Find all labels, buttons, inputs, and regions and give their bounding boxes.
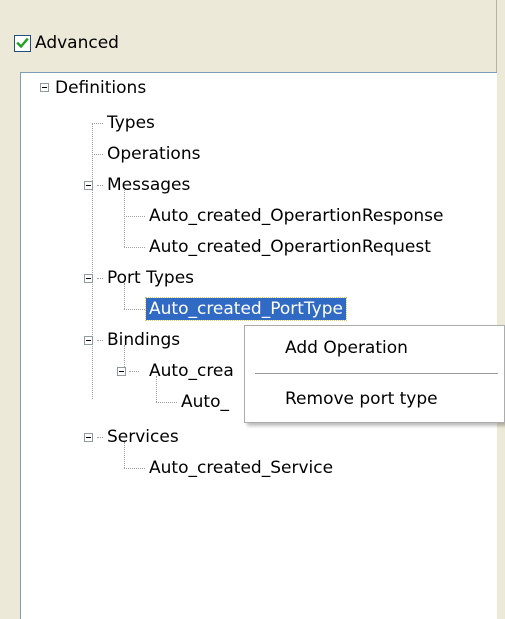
collapse-binding-icon[interactable]: [117, 367, 126, 376]
tree-connector: [124, 468, 145, 469]
collapse-bindings-icon[interactable]: [84, 336, 93, 345]
tree-connector: [97, 185, 103, 186]
tree-node-types[interactable]: Types: [107, 112, 155, 134]
menu-item-remove-port-type[interactable]: Remove port type: [245, 382, 504, 416]
tree-connector: [97, 340, 103, 341]
collapse-services-icon[interactable]: [84, 433, 93, 442]
tree-connector: [124, 309, 145, 310]
tree-connector: [92, 154, 103, 155]
tree-node-message[interactable]: Auto_created_OperartionRequest: [149, 236, 431, 258]
tree-connector: [156, 402, 177, 403]
collapse-porttypes-icon[interactable]: [84, 274, 93, 283]
tree-connector: [129, 371, 139, 372]
tree-node-bindings[interactable]: Bindings: [107, 329, 180, 351]
menu-item-label: Remove port type: [285, 389, 438, 409]
tree-node-service[interactable]: Auto_created_Service: [149, 457, 333, 479]
tree-node-definitions[interactable]: Definitions: [55, 77, 146, 99]
menu-item-label: Add Operation: [285, 338, 408, 358]
advanced-checkbox-row[interactable]: Advanced: [14, 32, 119, 54]
tree-node-services[interactable]: Services: [107, 426, 179, 448]
tree-connector: [92, 123, 103, 124]
menu-item-add-operation[interactable]: Add Operation: [245, 331, 504, 365]
tree-connector: [97, 278, 103, 279]
tree-node-operations[interactable]: Operations: [107, 143, 200, 165]
tree-connector-level1: [92, 123, 93, 399]
tree-node-port-types[interactable]: Port Types: [107, 267, 194, 289]
advanced-checkbox[interactable]: [14, 34, 31, 52]
tree-node-messages[interactable]: Messages: [107, 174, 190, 196]
advanced-label: Advanced: [35, 33, 119, 53]
tree-node-binding[interactable]: Auto_crea: [149, 360, 234, 382]
tree-connector: [97, 437, 103, 438]
tree-connector: [124, 247, 145, 248]
tree-connector-messages: [124, 190, 125, 247]
check-icon: [16, 37, 29, 48]
tree-connector: [124, 216, 145, 217]
properties-panel: Advanced Definitions Types Operations Me…: [0, 0, 505, 619]
collapse-definitions-icon[interactable]: [40, 83, 49, 92]
tree-node-binding-operation[interactable]: Auto_: [181, 391, 229, 413]
menu-separator: [255, 373, 498, 374]
context-menu: Add Operation Remove port type: [244, 325, 505, 423]
tree-node-message[interactable]: Auto_created_OperartionResponse: [149, 205, 443, 227]
collapse-messages-icon[interactable]: [84, 181, 93, 190]
tree-node-porttype-selected[interactable]: Auto_created_PortType: [145, 297, 347, 321]
